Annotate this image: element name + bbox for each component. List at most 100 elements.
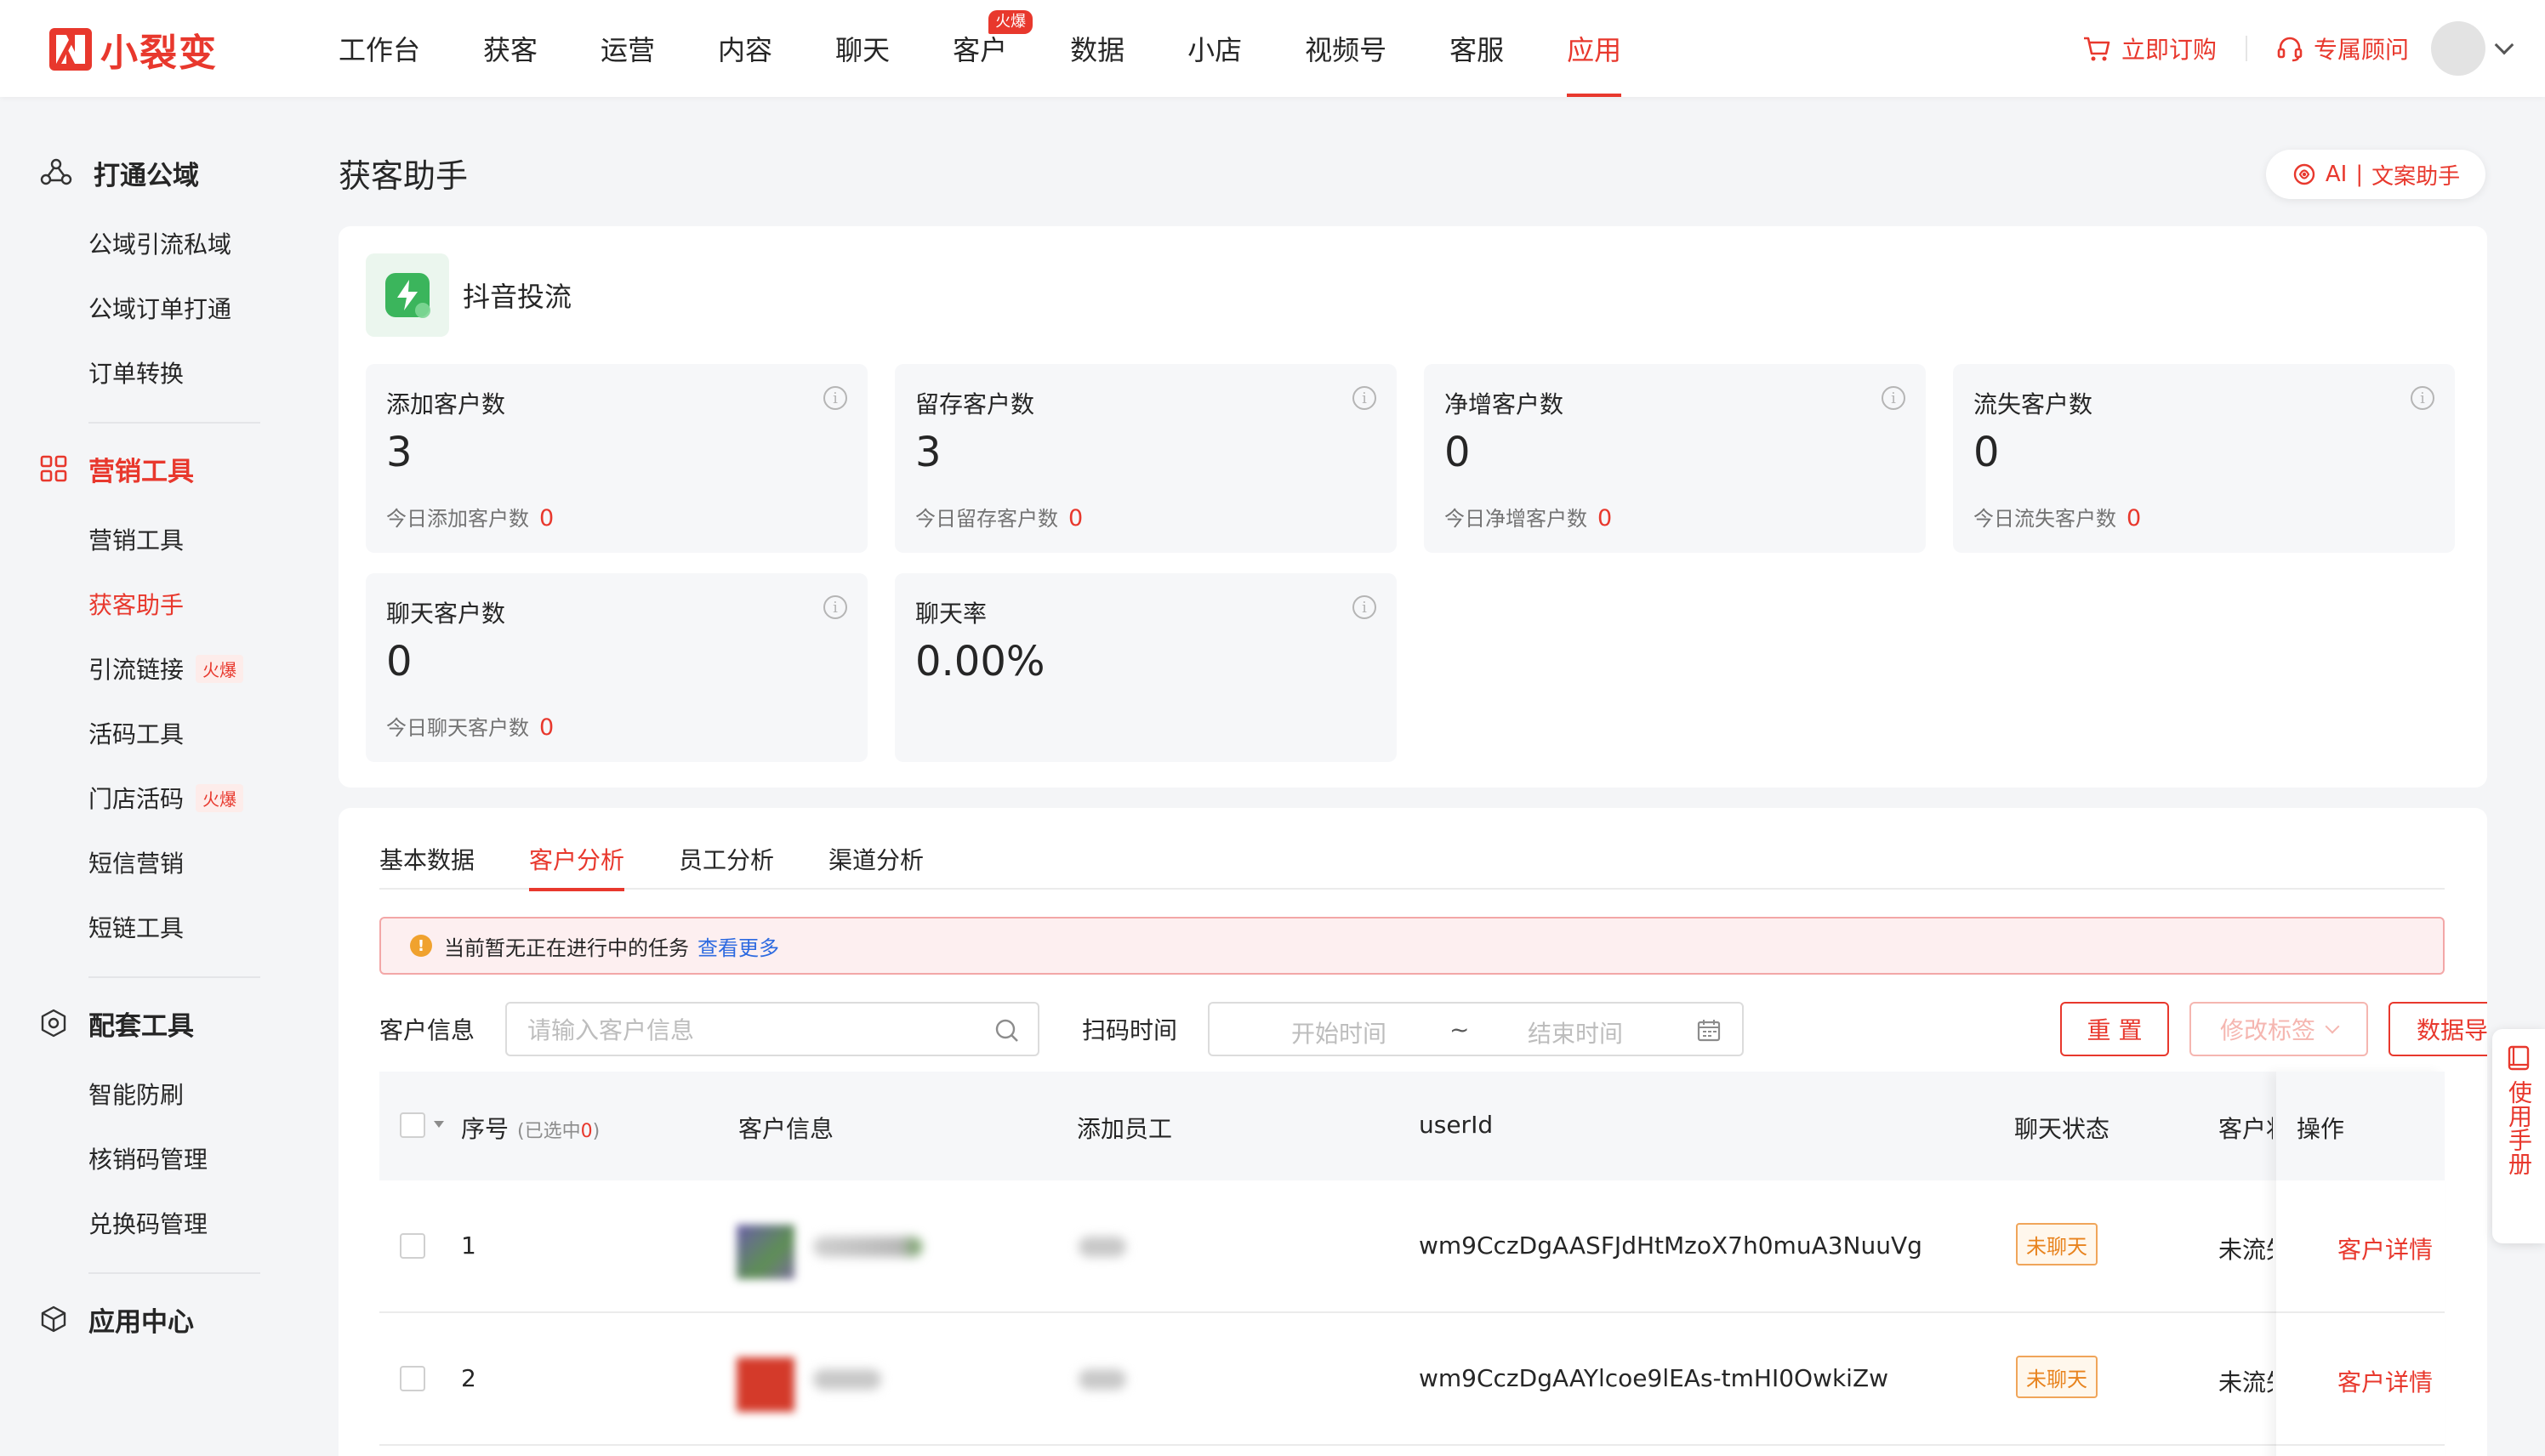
stat-label: 净增客户数 [1444, 390, 1564, 418]
col-userid: userId [1419, 1111, 1494, 1139]
col-index: 序号 (已选中0) [461, 1111, 600, 1145]
stat-value: 3 [386, 429, 413, 476]
stat-label: 聊天率 [915, 600, 988, 628]
user-avatar[interactable] [2431, 21, 2485, 76]
row-checkbox[interactable] [400, 1233, 425, 1259]
info-icon[interactable]: i [823, 386, 847, 410]
nav-service[interactable]: 客服 [1449, 0, 1504, 97]
sidebar-item-traffic-link[interactable]: 引流链接 火爆 [0, 636, 286, 701]
caret-down-icon[interactable] [434, 1121, 444, 1128]
customer-search-input[interactable]: 请输入客户信息 [505, 1002, 1039, 1056]
select-all-checkbox[interactable] [400, 1112, 425, 1138]
reset-button[interactable]: 重 置 [2060, 1002, 2169, 1056]
sidebar-item-anti-fraud[interactable]: 智能防刷 [0, 1061, 286, 1126]
advisor-link[interactable]: 专属顾问 [2276, 31, 2409, 65]
info-icon[interactable]: i [2411, 386, 2434, 410]
scan-time-range-picker[interactable]: 开始时间 ~ 结束时间 [1208, 1002, 1744, 1056]
nav-chat[interactable]: 聊天 [835, 0, 890, 97]
info-icon[interactable]: i [1352, 595, 1376, 619]
nav-label: 运营 [601, 34, 656, 66]
tab-basic-data[interactable]: 基本数据 [379, 837, 475, 890]
edit-tags-button[interactable]: 修改标签 [2189, 1002, 2368, 1056]
sidebar-item-acquire-assistant[interactable]: 获客助手 [0, 572, 286, 636]
sidebar-item-live-code[interactable]: 活码工具 [0, 701, 286, 765]
nav-customer[interactable]: 客户 火爆 [953, 0, 1033, 97]
row-checkbox[interactable] [400, 1366, 425, 1391]
ai-copywriting-button[interactable]: AI | 文案助手 [2266, 150, 2485, 199]
nav-workbench[interactable]: 工作台 [339, 0, 420, 97]
info-icon[interactable]: i [823, 595, 847, 619]
stat-chat-customers: 聊天客户数 i 0 今日聊天客户数 0 [366, 573, 868, 762]
stat-value: 0 [1444, 429, 1471, 476]
sidebar-item-marketing-tools[interactable]: 营销工具 [0, 507, 286, 572]
tab-customer-analysis[interactable]: 客户分析 [529, 837, 625, 891]
analysis-card: 基本数据 客户分析 员工分析 渠道分析 ! 当前暂无正在进行中的任务 查看更多 … [339, 808, 2487, 1456]
buy-now-link[interactable]: 立即订购 [2082, 31, 2217, 65]
end-time-placeholder: 结束时间 [1528, 1020, 1624, 1048]
nav-channels[interactable]: 视频号 [1305, 0, 1386, 97]
stats-card: 抖音投流 添加客户数 i 3 今日添加客户数 0 留存客户数 i 3 今日留存客户… [339, 226, 2487, 788]
source-title: 抖音投流 [463, 281, 572, 313]
selected-count: (已选中0) [517, 1121, 600, 1142]
nav-label: 内容 [718, 34, 773, 66]
user-manual-label: 使用手册 [2505, 1080, 2533, 1175]
top-navbar: 小裂变 工作台 获客 运营 内容 聊天 客户 火爆 数据 小店 视频号 客服 应用… [0, 0, 2545, 97]
edit-tags-label: 修改标签 [2219, 1016, 2315, 1044]
nav-label: 客户 [953, 34, 1008, 66]
sidebar-group-title: 营销工具 [88, 456, 194, 487]
nav-shop[interactable]: 小店 [1187, 0, 1242, 97]
sidebar-item-label: 核销码管理 [88, 1146, 208, 1174]
sidebar-item-short-link[interactable]: 短链工具 [0, 895, 286, 959]
stat-value: 0 [1973, 429, 2000, 476]
customer-name-redacted [813, 1369, 881, 1390]
nav-apps[interactable]: 应用 [1567, 0, 1622, 97]
selected-prefix: (已选中 [517, 1121, 581, 1142]
sidebar-item-order-convert[interactable]: 订单转换 [0, 340, 286, 405]
sidebar-item-public-to-private[interactable]: 公域引流私域 [0, 211, 286, 276]
sidebar-divider [88, 976, 260, 978]
sidebar-item-verify-code[interactable]: 核销码管理 [0, 1126, 286, 1191]
buy-now-label: 立即订购 [2121, 36, 2217, 64]
user-manual-tab[interactable]: 使用手册 [2492, 1029, 2545, 1243]
search-icon[interactable] [994, 1017, 1021, 1044]
sidebar-item-label: 公域订单打通 [88, 295, 232, 323]
staff-name-redacted [1079, 1369, 1126, 1390]
sidebar-item-sms[interactable]: 短信营销 [0, 830, 286, 895]
row-customer-status: 未流失 [2218, 1236, 2273, 1264]
sidebar-item-store-code[interactable]: 门店活码 火爆 [0, 765, 286, 830]
info-icon[interactable]: i [1882, 386, 1905, 410]
customer-name-redacted [813, 1237, 922, 1257]
stat-sub-label: 今日流失客户数 [1973, 507, 2116, 531]
top-actions: 立即订购 专属顾问 [2082, 20, 2514, 77]
nav-data[interactable]: 数据 [1070, 0, 1124, 97]
tab-channel-analysis[interactable]: 渠道分析 [828, 837, 924, 890]
ai-icon [2293, 163, 2315, 185]
view-more-link[interactable]: 查看更多 [697, 931, 779, 961]
sidebar-item-order-link[interactable]: 公域订单打通 [0, 276, 286, 340]
row-index: 1 [461, 1231, 476, 1260]
sidebar-group-title: 应用中心 [88, 1306, 194, 1338]
customer-detail-link[interactable]: 客户详情 [2337, 1364, 2433, 1398]
sidebar-group-app-center[interactable]: 应用中心 [0, 1298, 286, 1340]
tab-staff-analysis[interactable]: 员工分析 [679, 837, 774, 890]
export-data-button[interactable]: 数据导出 [2388, 1002, 2487, 1056]
warning-icon: ! [410, 935, 432, 957]
nav-content[interactable]: 内容 [718, 0, 772, 97]
stat-value: 0 [386, 638, 413, 685]
nav-operation[interactable]: 运营 [601, 0, 655, 97]
sidebar-item-redeem-code[interactable]: 兑换码管理 [0, 1191, 286, 1255]
stat-sub-value: 0 [2127, 505, 2142, 532]
sidebar-item-label: 短链工具 [88, 914, 185, 942]
calendar-icon[interactable] [1696, 1017, 1722, 1043]
hot-badge: 火爆 [988, 10, 1033, 34]
customer-detail-link[interactable]: 客户详情 [2337, 1231, 2433, 1265]
brand-logo[interactable]: 小裂变 [49, 26, 218, 75]
divider [2245, 36, 2247, 61]
chevron-down-icon[interactable] [2494, 35, 2514, 55]
nav-acquire[interactable]: 获客 [483, 0, 538, 97]
sidebar-divider [88, 1272, 260, 1274]
start-time-placeholder: 开始时间 [1291, 1020, 1387, 1048]
info-icon[interactable]: i [1352, 386, 1376, 410]
sidebar-group-support-tools: 配套工具 [0, 1002, 286, 1044]
page-title: 获客助手 [339, 157, 469, 195]
